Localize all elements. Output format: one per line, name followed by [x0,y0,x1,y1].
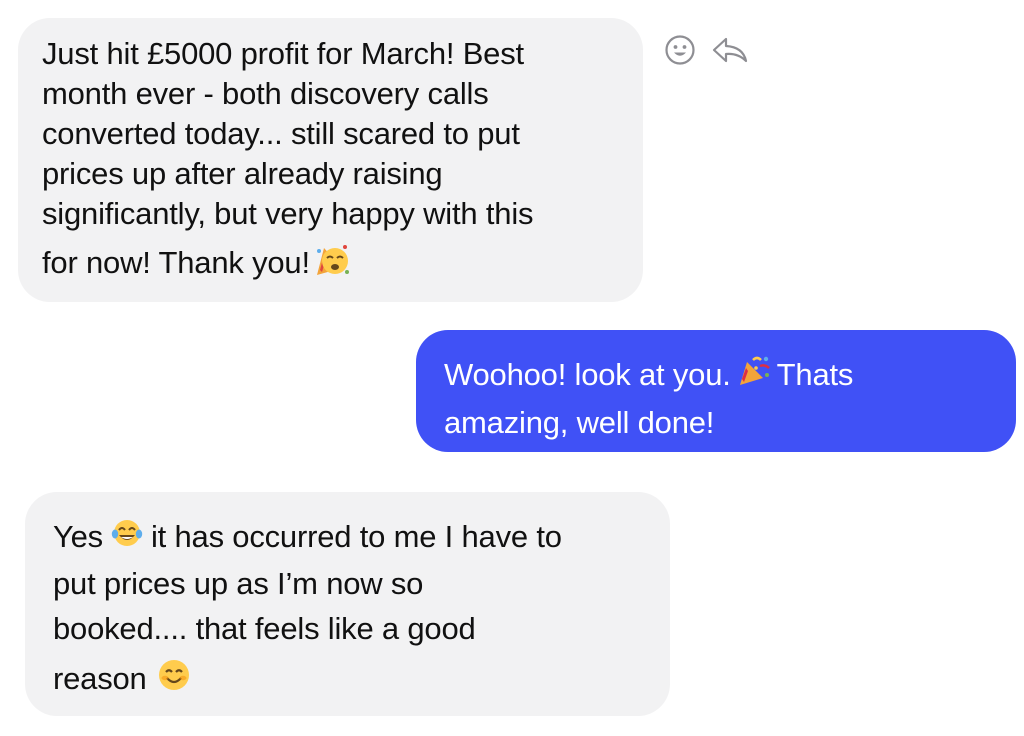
smiley-icon [664,34,696,71]
message-text-line-with-emoji: Woohoo! look at you. Thats [444,352,988,400]
reply-button[interactable] [712,34,748,70]
smiling-face-emoji-icon [157,658,191,704]
message-text-line: booked.... that feels like a good [53,611,476,647]
message-text-line: month ever - both discovery calls [42,76,489,111]
incoming-message-bubble[interactable]: Just hit £5000 profit for March! Best mo… [18,18,643,302]
message-text: reason [53,661,147,697]
message-text-line-with-emoji: for now! Thank you! [42,242,619,288]
message-text: for now! Thank you! [42,245,310,281]
message-text: it has occurred to me I have to [150,519,562,554]
message-text: Thats [776,357,854,392]
message-text-line: prices up after already raising [42,156,443,191]
incoming-message-bubble[interactable]: Yes it has occurred to me I have to put … [25,492,670,716]
message-text-line: amazing, well done! [444,404,715,440]
party-popper-emoji-icon [737,354,771,400]
react-button[interactable] [662,34,698,70]
message-text-line-with-emoji: reason [53,656,642,704]
message-text: Yes [53,519,103,554]
message-text-line: converted today... still scared to put [42,116,520,151]
message-text: Woohoo! look at you. [444,357,731,392]
message-text-line: put prices up as I’m now so [53,566,424,602]
message-text-line-with-emoji: Yes it has occurred to me I have to [53,514,642,561]
message-actions [662,34,748,70]
partying-face-emoji-icon [314,242,350,288]
tears-of-joy-emoji-icon [111,516,143,561]
reply-arrow-icon [711,34,749,71]
message-text-line: significantly, but very happy with this [42,196,534,231]
message-text-line: Just hit £5000 profit for March! Best [42,36,524,71]
outgoing-message-bubble[interactable]: Woohoo! look at you. Thats amazing, well… [416,330,1016,452]
